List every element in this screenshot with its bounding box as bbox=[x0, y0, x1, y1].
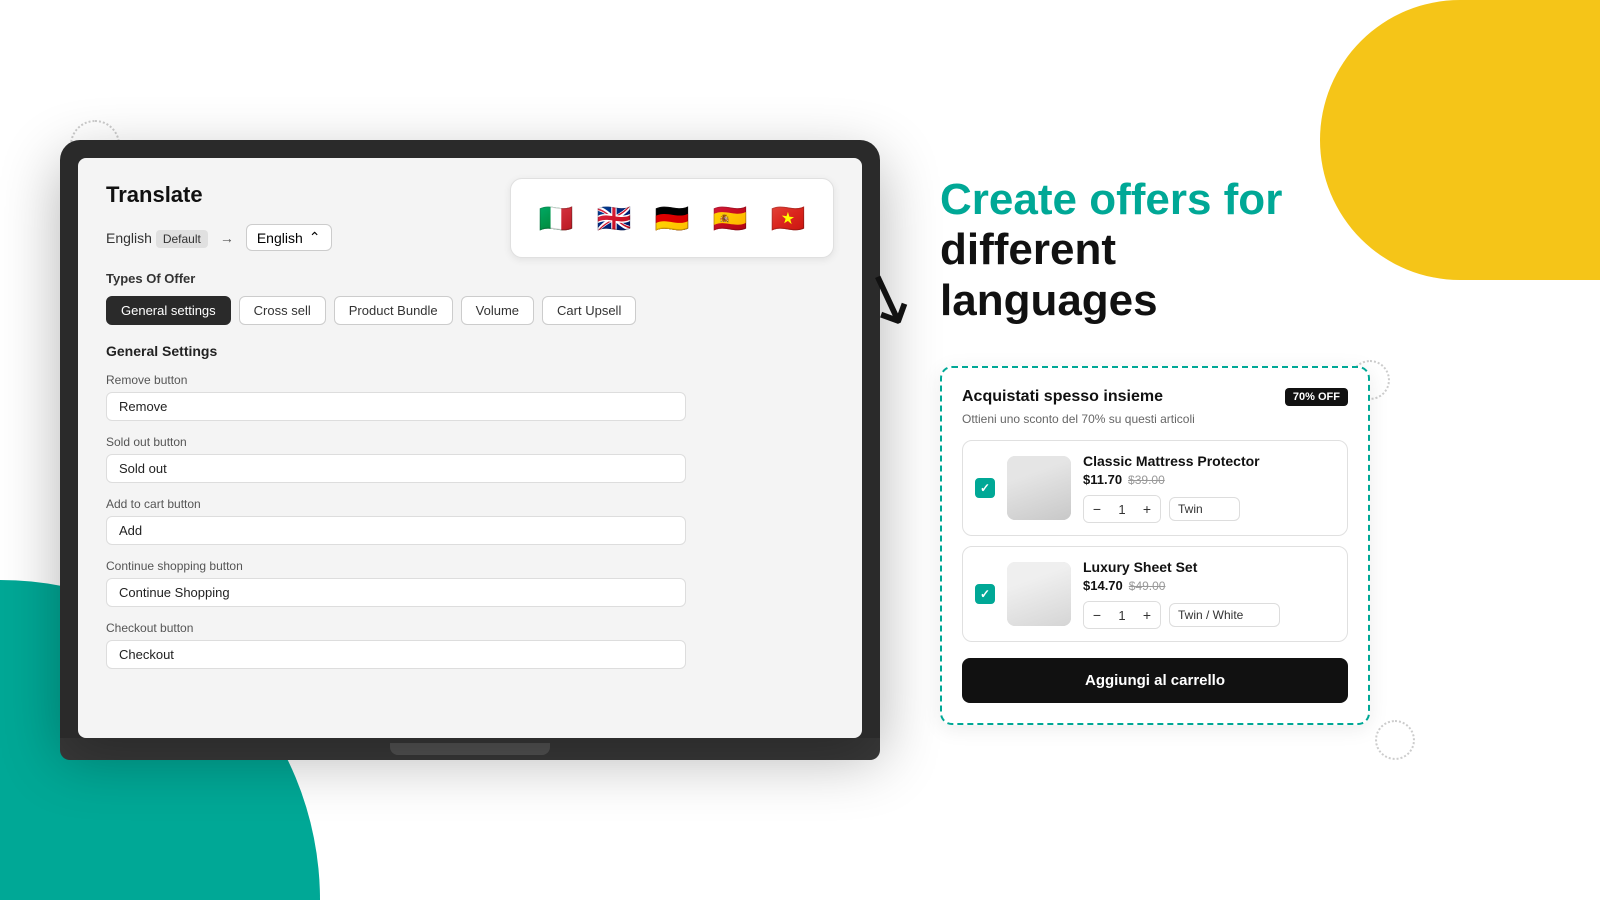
variant-wrapper-2: Twin / White Twin / Gray Full / White Qu… bbox=[1169, 603, 1280, 627]
variant-select-1[interactable]: Twin Full Queen King bbox=[1169, 497, 1240, 521]
laptop-container: 🇮🇹 🇬🇧 🇩🇪 🇪🇸 🇻🇳 Translate English Default… bbox=[60, 140, 880, 760]
variant-select-2[interactable]: Twin / White Twin / Gray Full / White Qu… bbox=[1169, 603, 1280, 627]
widget-title: Acquistati spesso insieme bbox=[962, 388, 1163, 406]
product-info-2: Luxury Sheet Set $14.70 $49.00 − 1 + bbox=[1083, 559, 1335, 629]
types-of-offer-label: Types Of Offer bbox=[106, 271, 834, 286]
product-prices-2: $14.70 $49.00 bbox=[1083, 578, 1335, 593]
add-to-cart-label: Add to cart button bbox=[106, 497, 834, 511]
product-card-2: Luxury Sheet Set $14.70 $49.00 − 1 + bbox=[962, 546, 1348, 642]
headline: Create offers for different languages bbox=[940, 175, 1540, 327]
product-image-2 bbox=[1007, 562, 1071, 626]
headline-line2: different bbox=[940, 225, 1116, 274]
product-card-1: Classic Mattress Protector $11.70 $39.00… bbox=[962, 440, 1348, 536]
continue-shopping-field: Continue shopping button Continue Shoppi… bbox=[106, 559, 834, 607]
remove-button-label: Remove button bbox=[106, 373, 834, 387]
qty-decrease-2[interactable]: − bbox=[1084, 602, 1110, 628]
product-thumb-2 bbox=[1007, 562, 1071, 626]
product-controls-1: − 1 + Twin Full Queen King bbox=[1083, 495, 1335, 523]
product-controls-2: − 1 + Twin / White Twin / Gray Full / Wh… bbox=[1083, 601, 1335, 629]
tab-general-settings[interactable]: General settings bbox=[106, 296, 231, 325]
language-select[interactable]: English ⌃ bbox=[246, 224, 332, 251]
remove-button-field: Remove button Remove bbox=[106, 373, 834, 421]
qty-increase-1[interactable]: + bbox=[1134, 496, 1160, 522]
sold-out-field: Sold out button Sold out bbox=[106, 435, 834, 483]
lang-arrow: → bbox=[220, 230, 234, 246]
qty-control-1: − 1 + bbox=[1083, 495, 1161, 523]
product-image-1 bbox=[1007, 456, 1071, 520]
laptop-frame: 🇮🇹 🇬🇧 🇩🇪 🇪🇸 🇻🇳 Translate English Default… bbox=[60, 140, 880, 738]
widget-header: Acquistati spesso insieme 70% OFF bbox=[962, 388, 1348, 406]
price-original-1: $39.00 bbox=[1128, 473, 1165, 487]
flag-italian[interactable]: 🇮🇹 bbox=[533, 195, 579, 241]
price-original-2: $49.00 bbox=[1129, 579, 1166, 593]
flag-vietnamese[interactable]: 🇻🇳 bbox=[765, 195, 811, 241]
widget-subtitle: Ottieni uno sconto del 70% su questi art… bbox=[962, 412, 1348, 426]
product-info-1: Classic Mattress Protector $11.70 $39.00… bbox=[1083, 453, 1335, 523]
product-widget: Acquistati spesso insieme 70% OFF Ottien… bbox=[940, 366, 1370, 725]
flags-panel: 🇮🇹 🇬🇧 🇩🇪 🇪🇸 🇻🇳 bbox=[510, 178, 834, 258]
qty-control-2: − 1 + bbox=[1083, 601, 1161, 629]
sold-out-input[interactable]: Sold out bbox=[106, 454, 686, 483]
tab-cart-upsell[interactable]: Cart Upsell bbox=[542, 296, 636, 325]
continue-shopping-label: Continue shopping button bbox=[106, 559, 834, 573]
qty-decrease-1[interactable]: − bbox=[1084, 496, 1110, 522]
product-prices-1: $11.70 $39.00 bbox=[1083, 472, 1335, 487]
lang-source-label: English Default bbox=[106, 230, 208, 246]
product-name-2: Luxury Sheet Set bbox=[1083, 559, 1335, 575]
headline-line3: languages bbox=[940, 276, 1158, 325]
sold-out-label: Sold out button bbox=[106, 435, 834, 449]
flag-german[interactable]: 🇩🇪 bbox=[649, 195, 695, 241]
offer-tabs: General settings Cross sell Product Bund… bbox=[106, 296, 834, 325]
add-to-cart-field: Add to cart button Add bbox=[106, 497, 834, 545]
remove-button-input[interactable]: Remove bbox=[106, 392, 686, 421]
laptop-screen: 🇮🇹 🇬🇧 🇩🇪 🇪🇸 🇻🇳 Translate English Default… bbox=[78, 158, 862, 738]
flag-spanish[interactable]: 🇪🇸 bbox=[707, 195, 753, 241]
tab-product-bundle[interactable]: Product Bundle bbox=[334, 296, 453, 325]
flag-english[interactable]: 🇬🇧 bbox=[591, 195, 637, 241]
laptop-base bbox=[60, 738, 880, 760]
discount-badge: 70% OFF bbox=[1285, 388, 1348, 406]
variant-wrapper-1: Twin Full Queen King bbox=[1169, 497, 1240, 521]
qty-value-1: 1 bbox=[1110, 502, 1134, 517]
qty-value-2: 1 bbox=[1110, 608, 1134, 623]
right-panel: Create offers for different languages ↙ … bbox=[940, 175, 1540, 726]
continue-shopping-input[interactable]: Continue Shopping bbox=[106, 578, 686, 607]
checkout-input[interactable]: Checkout bbox=[106, 640, 686, 669]
checkout-label: Checkout button bbox=[106, 621, 834, 635]
price-current-2: $14.70 bbox=[1083, 578, 1123, 593]
add-to-cart-input[interactable]: Add bbox=[106, 516, 686, 545]
headline-line1: Create offers for bbox=[940, 175, 1282, 224]
tab-volume[interactable]: Volume bbox=[461, 296, 534, 325]
checkout-field: Checkout button Checkout bbox=[106, 621, 834, 669]
tab-cross-sell[interactable]: Cross sell bbox=[239, 296, 326, 325]
product-checkbox-2[interactable] bbox=[975, 584, 995, 604]
qty-increase-2[interactable]: + bbox=[1134, 602, 1160, 628]
laptop-notch bbox=[390, 743, 550, 755]
add-to-cart-button[interactable]: Aggiungi al carrello bbox=[962, 658, 1348, 703]
product-checkbox-1[interactable] bbox=[975, 478, 995, 498]
product-name-1: Classic Mattress Protector bbox=[1083, 453, 1335, 469]
main-layout: 🇮🇹 🇬🇧 🇩🇪 🇪🇸 🇻🇳 Translate English Default… bbox=[0, 0, 1600, 900]
price-current-1: $11.70 bbox=[1083, 472, 1122, 487]
product-thumb-1 bbox=[1007, 456, 1071, 520]
general-settings-title: General Settings bbox=[106, 343, 834, 359]
